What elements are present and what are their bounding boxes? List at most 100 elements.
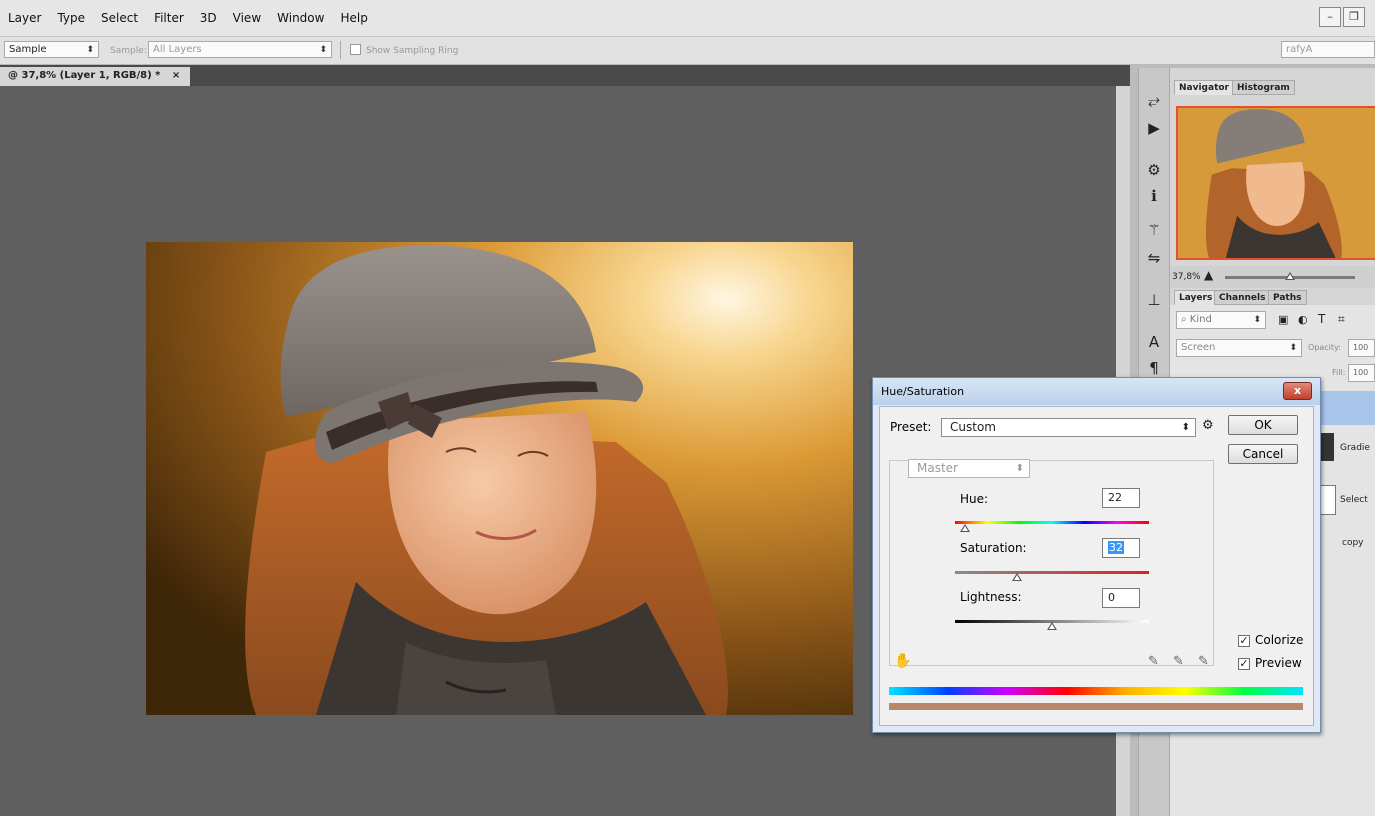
adjustments-icon[interactable]: ⇋: [1144, 248, 1164, 268]
eyedropper-minus-icon[interactable]: ✎: [1198, 654, 1209, 669]
close-tab-icon[interactable]: ×: [172, 70, 180, 81]
workspace-value: rafyA: [1286, 44, 1313, 55]
lightness-input[interactable]: 0: [1102, 588, 1140, 608]
colorize-label: Colorize: [1255, 633, 1304, 647]
fill-field[interactable]: 100: [1348, 364, 1375, 382]
saturation-value: 32: [1108, 541, 1124, 554]
brushes-icon[interactable]: ⚚: [1144, 220, 1164, 240]
tab-navigator[interactable]: Navigator: [1174, 80, 1234, 95]
workspace-select[interactable]: rafyA: [1281, 41, 1375, 58]
document-tab-bar: @ 37,8% (Layer 1, RGB/8) * ×: [0, 65, 1130, 86]
menu-window[interactable]: Window: [277, 11, 324, 25]
menu-filter[interactable]: Filter: [154, 11, 184, 25]
hue-value: 22: [1108, 491, 1122, 504]
layer-filter-value: Kind: [1189, 314, 1212, 325]
show-sampling-ring-checkbox[interactable]: [350, 44, 361, 55]
eyedropper-plus-icon[interactable]: ✎: [1173, 654, 1184, 669]
dialog-title: Hue/Saturation: [881, 385, 965, 398]
input-color-bar: [889, 687, 1303, 695]
sample-layers-select[interactable]: All Layers ⬍: [148, 41, 332, 58]
divider: [340, 41, 341, 59]
targeted-adjustment-hand-icon[interactable]: ✋: [894, 653, 911, 669]
dialog-title-bar[interactable]: Hue/Saturation x: [873, 378, 1320, 405]
colorize-checkbox[interactable]: ✓: [1238, 635, 1250, 647]
ok-label: OK: [1254, 418, 1272, 432]
navigator-zoom-value[interactable]: 37,8%: [1172, 272, 1201, 282]
dialog-body: Preset: Custom ⬍ ⚙ OK Cancel Master ⬍ Hu…: [879, 406, 1314, 726]
menu-items: Layer Type Select Filter 3D View Window …: [8, 11, 368, 25]
history-icon[interactable]: ⥂: [1144, 90, 1164, 110]
restore-button[interactable]: ❐: [1343, 7, 1365, 27]
menu-3d[interactable]: 3D: [200, 11, 217, 25]
ok-button[interactable]: OK: [1228, 415, 1298, 435]
hue-label: Hue:: [960, 492, 989, 506]
saturation-label: Saturation:: [960, 541, 1027, 555]
zoom-slider-thumb[interactable]: [1285, 272, 1295, 280]
hue-slider-thumb[interactable]: [960, 524, 970, 532]
lightness-label: Lightness:: [960, 590, 1022, 604]
channel-value: Master: [917, 461, 958, 475]
lightness-value: 0: [1108, 591, 1115, 604]
minimize-button[interactable]: –: [1319, 7, 1341, 27]
menu-bar: Layer Type Select Filter 3D View Window …: [0, 0, 1375, 37]
hue-input[interactable]: 22: [1102, 488, 1140, 508]
tab-channels[interactable]: Channels: [1214, 290, 1271, 305]
hue-slider-track[interactable]: [955, 521, 1149, 524]
preview-checkbox[interactable]: ✓: [1238, 658, 1250, 670]
clone-source-icon[interactable]: ⊥: [1144, 290, 1164, 310]
pixel-layer-filter-icon[interactable]: ▣: [1278, 313, 1288, 326]
shape-filter-icon[interactable]: ⌗: [1338, 312, 1345, 327]
eyedropper-icon[interactable]: ✎: [1148, 654, 1159, 669]
tab-layers[interactable]: Layers: [1174, 290, 1218, 305]
fill-label: Fill:: [1332, 368, 1346, 377]
navigator-zoom-bar: 37,8% ▲: [1170, 266, 1375, 288]
saturation-slider-thumb[interactable]: [1012, 573, 1022, 581]
adjustment-group: [889, 460, 1214, 666]
document-tab[interactable]: @ 37,8% (Layer 1, RGB/8) * ×: [0, 67, 191, 86]
channel-select[interactable]: Master ⬍: [908, 459, 1030, 478]
layer-name: copy: [1342, 538, 1364, 548]
menu-layer[interactable]: Layer: [8, 11, 41, 25]
type-filter-icon[interactable]: T: [1318, 312, 1325, 326]
hue-saturation-dialog: Hue/Saturation x Preset: Custom ⬍ ⚙ OK C…: [872, 377, 1321, 733]
cancel-label: Cancel: [1242, 447, 1284, 461]
opacity-label: Opacity:: [1308, 343, 1341, 352]
preview-label: Preview: [1255, 656, 1302, 670]
menu-select[interactable]: Select: [101, 11, 138, 25]
portrait-photo: [146, 242, 853, 715]
zoom-out-icon[interactable]: ▲: [1204, 268, 1213, 282]
navigator-preview-image: [1178, 108, 1375, 258]
menu-help[interactable]: Help: [340, 11, 367, 25]
layer-filter-select[interactable]: ⌕ Kind ⬍: [1176, 311, 1266, 329]
select-arrow-icon: ⬍: [86, 45, 94, 55]
menu-type[interactable]: Type: [57, 11, 85, 25]
opacity-field[interactable]: 100: [1348, 339, 1375, 357]
info-icon[interactable]: ℹ: [1144, 186, 1164, 206]
dialog-close-button[interactable]: x: [1283, 382, 1312, 400]
lightness-slider-thumb[interactable]: [1047, 622, 1057, 630]
opacity-value: 100: [1353, 343, 1369, 352]
sample-layers-value: All Layers: [153, 44, 202, 55]
output-color-bar: [889, 703, 1303, 710]
sample-size-select[interactable]: Sample ⬍: [4, 41, 99, 58]
search-icon: ⌕: [1181, 314, 1190, 325]
sample-label: Sample:: [110, 46, 147, 56]
paragraph-icon[interactable]: ¶: [1144, 358, 1164, 378]
tab-paths[interactable]: Paths: [1268, 290, 1307, 305]
saturation-input[interactable]: 32: [1102, 538, 1140, 558]
character-icon[interactable]: A: [1144, 332, 1164, 352]
preset-select[interactable]: Custom ⬍: [941, 418, 1196, 437]
tab-histogram[interactable]: Histogram: [1232, 80, 1295, 95]
saturation-slider-track[interactable]: [955, 571, 1149, 574]
navigator-thumbnail[interactable]: [1176, 106, 1375, 260]
preset-label: Preset:: [890, 420, 932, 434]
adjustment-filter-icon[interactable]: ◐: [1298, 313, 1308, 326]
blend-mode-select[interactable]: Screen ⬍: [1176, 339, 1302, 357]
cancel-button[interactable]: Cancel: [1228, 444, 1298, 464]
actions-play-icon[interactable]: ▶: [1144, 118, 1164, 138]
settings-gear-icon[interactable]: ⚙: [1202, 418, 1214, 433]
document-tab-title: @ 37,8% (Layer 1, RGB/8) *: [8, 70, 161, 81]
select-arrow-icon: ⬍: [1289, 343, 1297, 353]
menu-view[interactable]: View: [233, 11, 261, 25]
brush-presets-icon[interactable]: ⚙: [1144, 160, 1164, 180]
